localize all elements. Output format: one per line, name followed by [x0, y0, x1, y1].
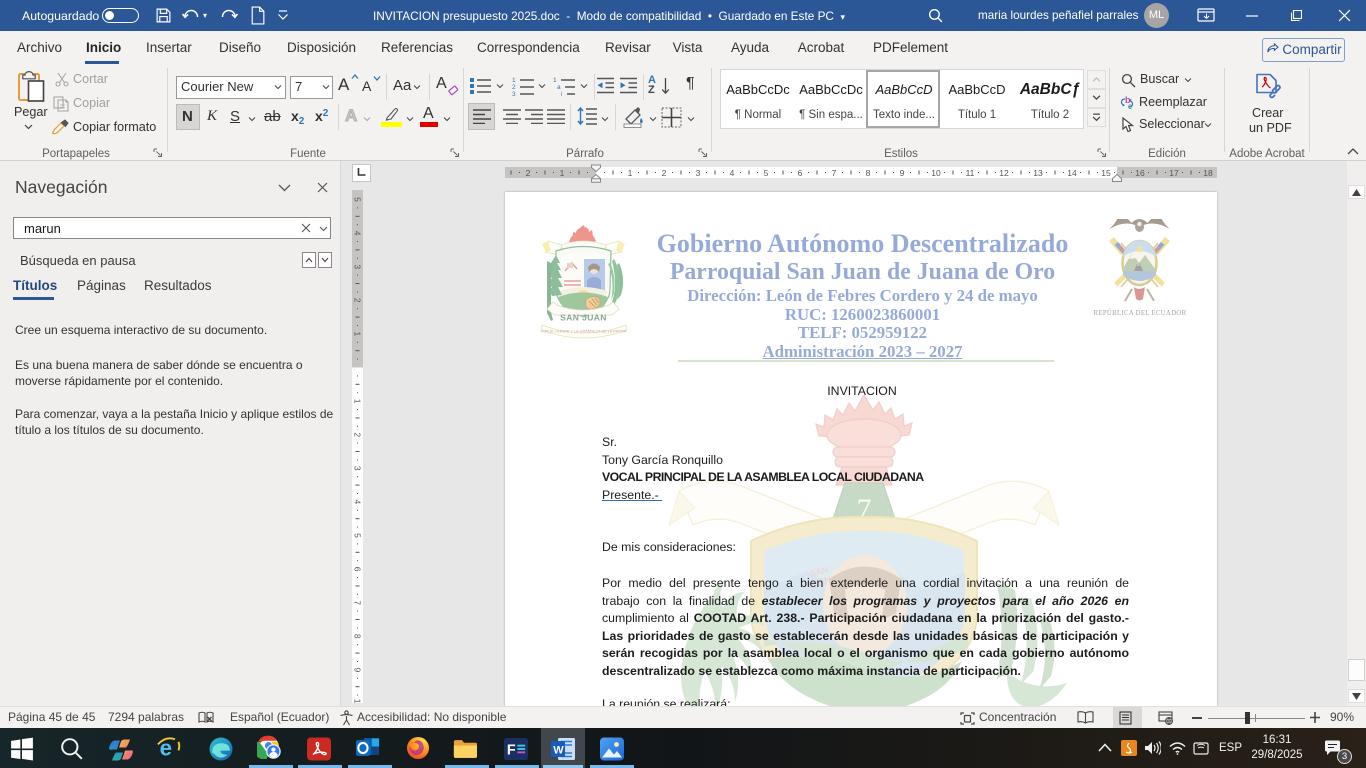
svg-text:1: 1: [628, 168, 633, 178]
svg-text:10: 10: [931, 168, 941, 178]
svg-text:3: 3: [512, 91, 516, 96]
svg-text:6: 6: [798, 168, 803, 178]
svg-text:4: 4: [353, 231, 363, 236]
svg-text:3: 3: [696, 168, 701, 178]
svg-text:3: 3: [353, 466, 363, 471]
svg-text:1: 1: [560, 168, 565, 178]
svg-text:4: 4: [353, 500, 363, 505]
svg-text:2: 2: [353, 432, 363, 437]
svg-text:8: 8: [866, 168, 871, 178]
svg-text:i: i: [561, 91, 562, 96]
svg-text:7: 7: [353, 600, 363, 605]
svg-text:1: 1: [353, 399, 363, 404]
svg-text:5: 5: [764, 168, 769, 178]
svg-text:2: 2: [526, 168, 531, 178]
svg-text:16: 16: [1135, 168, 1145, 178]
svg-text:9: 9: [353, 668, 363, 673]
svg-text:17: 17: [1169, 168, 1179, 178]
svg-text:1: 1: [553, 77, 557, 84]
svg-text:11: 11: [966, 168, 975, 178]
svg-text:F: F: [507, 742, 516, 758]
svg-text:18: 18: [1203, 168, 1213, 178]
svg-text:10: 10: [353, 699, 363, 703]
svg-text:4: 4: [730, 168, 735, 178]
svg-text:5: 5: [353, 197, 363, 202]
svg-text:3: 3: [353, 264, 363, 269]
svg-text:6: 6: [353, 567, 363, 572]
svg-text:2: 2: [353, 298, 363, 303]
svg-text:12: 12: [999, 168, 1009, 178]
svg-text:a: a: [557, 84, 561, 91]
svg-text:2: 2: [512, 84, 516, 91]
svg-text:7: 7: [832, 168, 837, 178]
svg-text:13: 13: [1033, 168, 1043, 178]
svg-text:2: 2: [662, 168, 667, 178]
svg-text:8: 8: [353, 634, 363, 639]
svg-text:1: 1: [353, 332, 363, 337]
svg-text:1: 1: [512, 77, 516, 84]
svg-text:W: W: [553, 745, 564, 757]
svg-text:14: 14: [1067, 168, 1077, 178]
svg-text:5: 5: [353, 533, 363, 538]
svg-text:15: 15: [1101, 168, 1111, 178]
svg-text:9: 9: [900, 168, 905, 178]
